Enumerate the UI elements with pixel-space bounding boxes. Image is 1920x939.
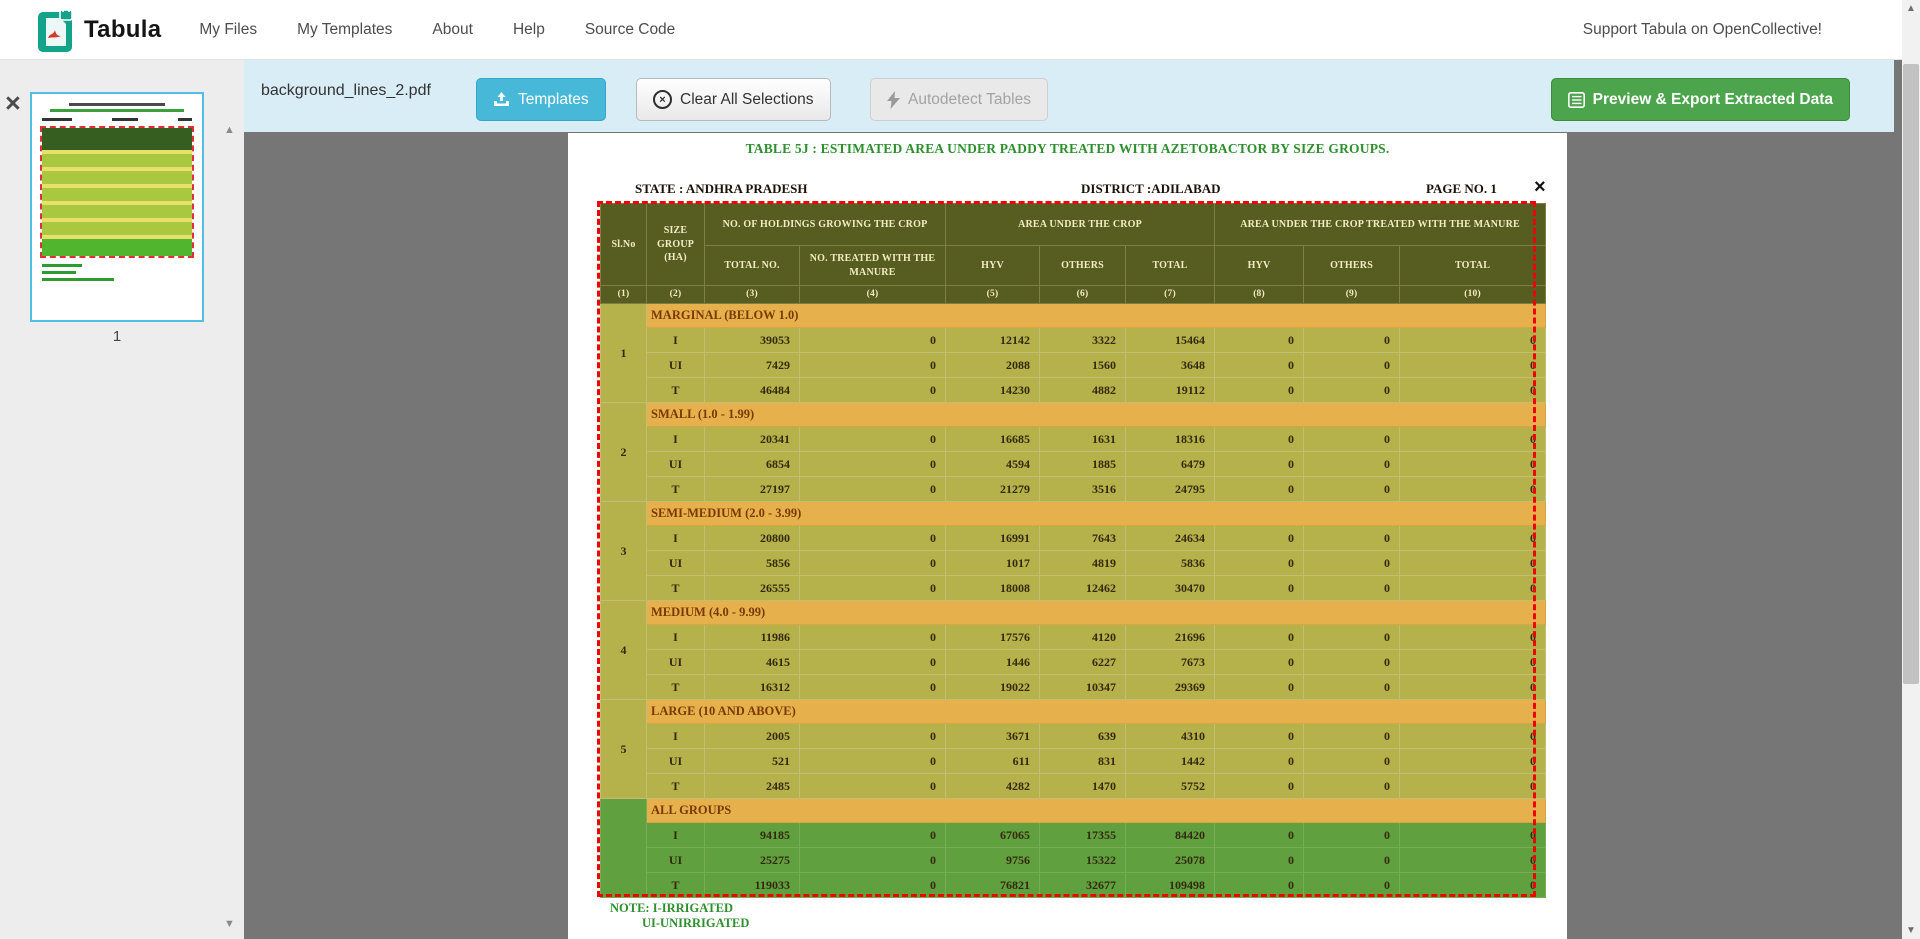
pdf-table-title: TABLE 5J : ESTIMATED AREA UNDER PADDY TR… [568, 141, 1567, 157]
nav-my-files[interactable]: My Files [199, 21, 257, 39]
preview-export-button[interactable]: Preview & Export Extracted Data [1551, 78, 1850, 121]
thumb-note-line [42, 271, 76, 274]
pdf-district-label: DISTRICT :ADILABAD [1081, 181, 1221, 197]
support-link[interactable]: Support Tabula on OpenCollective! [1583, 21, 1822, 39]
vertical-scrollbar: ▲ ▼ [1902, 0, 1920, 939]
nav-source-code[interactable]: Source Code [585, 21, 675, 39]
remove-circle-icon: × [653, 90, 672, 109]
sidebar-scroll-down-icon[interactable]: ▼ [224, 918, 235, 930]
remove-page-button[interactable]: × [5, 90, 21, 117]
pdf-notes: NOTE: I-IRRIGATED UI-UNIRRIGATED [610, 901, 749, 931]
page-number-label: 1 [30, 328, 204, 345]
thumb-table-selection [40, 126, 194, 258]
table-list-icon [1568, 92, 1585, 108]
selection-box[interactable] [597, 201, 1536, 897]
main-area: background_lines_2.pdf Templates × Clear… [244, 60, 1902, 939]
nav-my-templates[interactable]: My Templates [297, 21, 392, 39]
scrollbar-up-icon[interactable]: ▲ [1902, 3, 1920, 14]
toolbar: background_lines_2.pdf Templates × Clear… [244, 60, 1894, 132]
sidebar-scroll-up-icon[interactable]: ▲ [224, 124, 235, 136]
brand-name: Tabula [84, 16, 161, 44]
lightning-icon [887, 91, 900, 109]
close-selection-button[interactable]: × [1534, 177, 1546, 197]
thumb-subtitle-line [50, 109, 184, 112]
note-line: NOTE: I-IRRIGATED [610, 901, 749, 916]
clear-all-selections-button[interactable]: × Clear All Selections [636, 78, 831, 121]
thumb-meta-line [32, 118, 202, 121]
thumb-note-line [42, 278, 114, 281]
pdf-page: TABLE 5J : ESTIMATED AREA UNDER PADDY TR… [568, 133, 1567, 939]
nav-help[interactable]: Help [513, 21, 545, 39]
thumb-title-line [69, 103, 165, 106]
import-icon [493, 92, 510, 108]
nav-about[interactable]: About [432, 21, 473, 39]
thumb-note-line [42, 264, 82, 267]
tabula-logo-icon [38, 8, 76, 52]
note-line: UI-UNIRRIGATED [642, 916, 749, 931]
page-thumbnail[interactable] [30, 92, 204, 322]
file-name-label: background_lines_2.pdf [261, 82, 431, 100]
navbar: Tabula My Files My Templates About Help … [0, 0, 1902, 60]
scrollbar-thumb[interactable] [1903, 64, 1919, 684]
pdf-page-no-label: PAGE NO. 1 [1426, 181, 1497, 197]
brand[interactable]: Tabula [38, 8, 161, 52]
sidebar: ▲ × 1 ▼ [0, 60, 244, 939]
scrollbar-down-icon[interactable]: ▼ [1902, 925, 1920, 936]
nav-links: My Files My Templates About Help Source … [199, 21, 675, 39]
pdf-state-label: STATE : ANDHRA PRADESH [635, 181, 808, 197]
autodetect-tables-button[interactable]: Autodetect Tables [870, 78, 1048, 121]
templates-button[interactable]: Templates [476, 78, 606, 121]
